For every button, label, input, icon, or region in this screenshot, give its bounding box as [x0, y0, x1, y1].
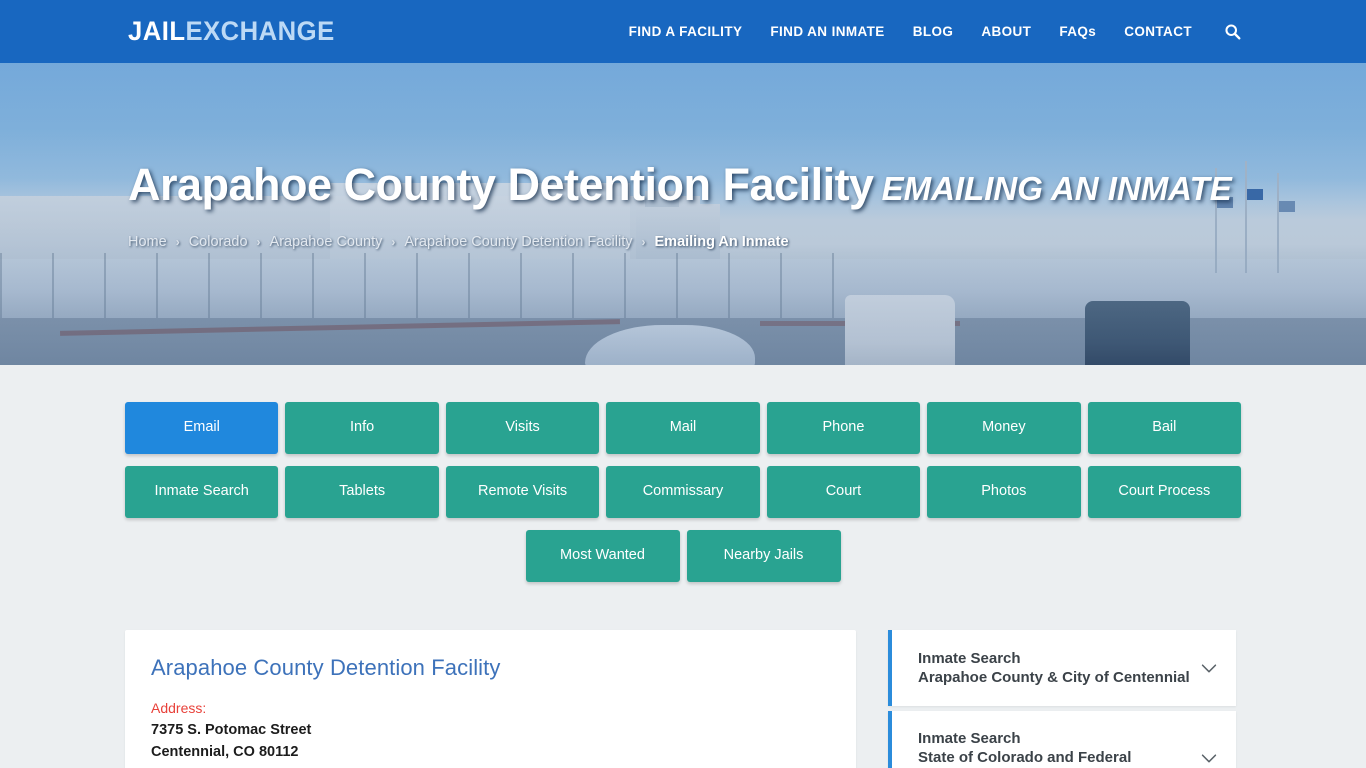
breadcrumb-separator-icon: › — [256, 235, 261, 250]
address-line-1: 7375 S. Potomac Street — [151, 722, 312, 738]
site-header: JAILEXCHANGE FIND A FACILITY FIND AN INM… — [0, 0, 1366, 63]
tab-commissary[interactable]: Commissary — [606, 466, 760, 518]
breadcrumb-item-home[interactable]: Home — [128, 234, 167, 250]
breadcrumb-separator-icon: › — [391, 235, 396, 250]
chevron-down-icon[interactable] — [1198, 747, 1220, 768]
nav-blog[interactable]: BLOG — [899, 24, 968, 39]
nav-contact[interactable]: CONTACT — [1110, 24, 1206, 39]
accordion-label-state: Inmate Search State of Colorado and Fede… — [918, 729, 1190, 768]
facility-info-card: Arapahoe County Detention Facility Addre… — [125, 630, 856, 768]
tab-photos[interactable]: Photos — [927, 466, 1081, 518]
tab-visits[interactable]: Visits — [445, 402, 600, 454]
accordion-title-state: Inmate Search — [918, 730, 1021, 747]
tab-inmate-search[interactable]: Inmate Search — [125, 466, 279, 518]
breadcrumb-separator-icon: › — [641, 235, 646, 250]
facility-name: Arapahoe County Detention Facility — [151, 655, 501, 680]
tab-nearby-jails[interactable]: Nearby Jails — [686, 530, 841, 582]
tab-remote-visits[interactable]: Remote Visits — [445, 466, 600, 518]
main-navigation: FIND A FACILITY FIND AN INMATE BLOG ABOU… — [615, 23, 1241, 40]
tab-court[interactable]: Court — [766, 466, 921, 518]
chevron-down-icon[interactable] — [1198, 657, 1220, 679]
accordion-inmate-search-state[interactable]: Inmate Search State of Colorado and Fede… — [888, 711, 1236, 768]
page-title-main: Arapahoe County Detention Facility — [128, 159, 874, 210]
tab-tablets[interactable]: Tablets — [285, 466, 439, 518]
accordion-inmate-search-county[interactable]: Inmate Search Arapahoe County & City of … — [888, 630, 1236, 706]
accordion-subtitle-county: Arapahoe County & City of Centennial — [918, 669, 1190, 686]
facility-tab-row-3: Most Wanted Nearby Jails — [125, 530, 1241, 582]
tab-court-process[interactable]: Court Process — [1087, 466, 1241, 518]
address-label: Address: — [151, 700, 207, 716]
breadcrumb-separator-icon: › — [175, 235, 180, 250]
tab-mail[interactable]: Mail — [606, 402, 760, 454]
page-title-subtitle: EMAILING AN INMATE — [881, 170, 1232, 207]
tab-bail[interactable]: Bail — [1087, 402, 1241, 454]
breadcrumb: Home › Colorado › Arapahoe County › Arap… — [128, 234, 1366, 250]
tab-info[interactable]: Info — [285, 402, 439, 454]
hero-banner: Arapahoe County Detention Facility EMAILI… — [0, 63, 1366, 365]
page-title: Arapahoe County Detention Facility EMAILI… — [128, 161, 1366, 208]
accordion-title-county: Inmate Search — [918, 650, 1021, 667]
accordion-label-county: Inmate Search Arapahoe County & City of … — [918, 649, 1190, 687]
logo-secondary: EXCHANGE — [185, 16, 335, 46]
breadcrumb-item-arapahoe-county[interactable]: Arapahoe County — [270, 234, 383, 250]
logo-primary: JAIL — [128, 16, 186, 46]
phone-label: Phone: — [151, 763, 828, 768]
site-logo[interactable]: JAILEXCHANGE — [128, 16, 335, 47]
tab-email[interactable]: Email — [125, 402, 279, 454]
breadcrumb-item-current: Emailing An Inmate — [654, 234, 789, 251]
tab-most-wanted[interactable]: Most Wanted — [525, 530, 680, 582]
facility-tab-grid: Email Info Visits Mail Phone Money Bail … — [125, 365, 1241, 518]
nav-faqs[interactable]: FAQs — [1045, 24, 1110, 39]
nav-about[interactable]: ABOUT — [967, 24, 1045, 39]
address-line-2: Centennial, CO 80112 — [151, 744, 299, 760]
breadcrumb-item-colorado[interactable]: Colorado — [189, 234, 248, 250]
tab-phone[interactable]: Phone — [766, 402, 921, 454]
tab-money[interactable]: Money — [927, 402, 1081, 454]
accordion-subtitle-state: State of Colorado and Federal Lockups — [918, 749, 1132, 766]
nav-find-a-facility[interactable]: FIND A FACILITY — [615, 24, 757, 39]
search-icon[interactable] — [1206, 23, 1241, 40]
nav-find-an-inmate[interactable]: FIND AN INMATE — [756, 24, 898, 39]
sidebar: Inmate Search Arapahoe County & City of … — [888, 630, 1236, 768]
breadcrumb-item-facility[interactable]: Arapahoe County Detention Facility — [404, 234, 632, 250]
